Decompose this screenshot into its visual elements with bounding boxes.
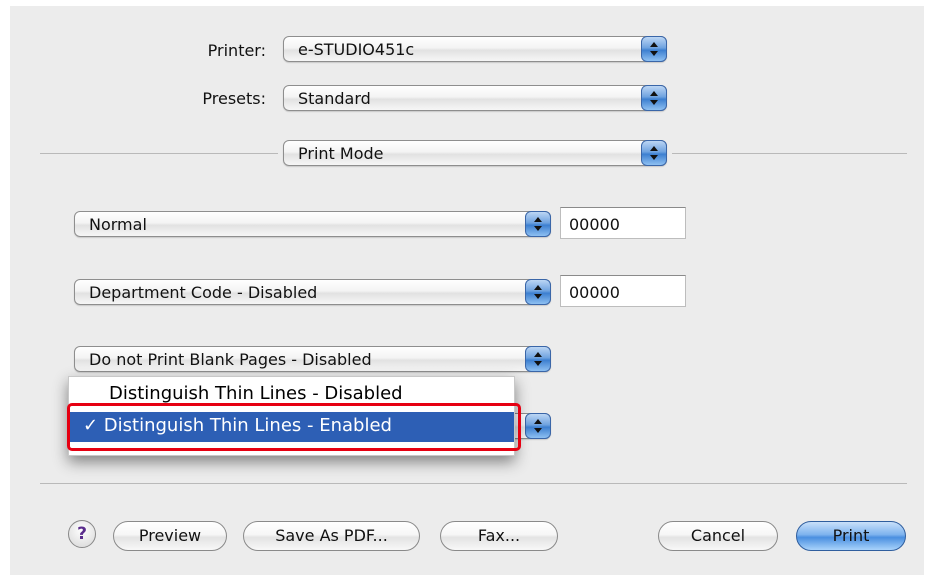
menu-item-label: Distinguish Thin Lines - Disabled — [109, 383, 403, 404]
presets-popup[interactable]: Standard — [283, 85, 667, 111]
popup-arrows-icon — [525, 211, 551, 237]
department-code-popup[interactable]: Department Code - Disabled — [74, 279, 551, 305]
presets-label: Presets: — [202, 89, 266, 108]
popup-arrows-icon — [525, 413, 551, 439]
printer-popup[interactable]: e-STUDIO451c — [283, 36, 667, 62]
separator-line — [672, 153, 907, 154]
separator-line — [40, 153, 278, 154]
printer-value: e-STUDIO451c — [298, 40, 415, 59]
popup-arrows-icon — [525, 279, 551, 305]
pane-value: Print Mode — [298, 144, 384, 163]
popup-arrows-icon — [641, 140, 667, 166]
blank-pages-value: Do not Print Blank Pages - Disabled — [89, 350, 372, 369]
save-as-pdf-button[interactable]: Save As PDF... — [243, 521, 420, 551]
cancel-button[interactable]: Cancel — [658, 521, 778, 551]
department-code-value: Department Code - Disabled — [89, 283, 318, 302]
department-code-field[interactable]: 00000 — [560, 275, 686, 307]
preview-button[interactable]: Preview — [113, 521, 227, 551]
print-button[interactable]: Print — [796, 521, 906, 551]
help-button[interactable]: ? — [68, 520, 96, 548]
popup-arrows-icon — [641, 85, 667, 111]
blank-pages-popup[interactable]: Do not Print Blank Pages - Disabled — [74, 346, 551, 372]
popup-arrows-icon — [525, 346, 551, 372]
print-mode-value: Normal — [89, 215, 147, 234]
print-mode-code-field[interactable]: 00000 — [560, 207, 686, 239]
pane-popup[interactable]: Print Mode — [283, 140, 667, 166]
separator-line — [40, 483, 907, 484]
popup-arrows-icon — [641, 36, 667, 62]
annotation-highlight-box — [67, 403, 521, 451]
printer-label: Printer: — [207, 41, 266, 60]
fax-button[interactable]: Fax... — [440, 521, 558, 551]
print-mode-popup[interactable]: Normal — [74, 211, 551, 237]
presets-value: Standard — [298, 89, 371, 108]
